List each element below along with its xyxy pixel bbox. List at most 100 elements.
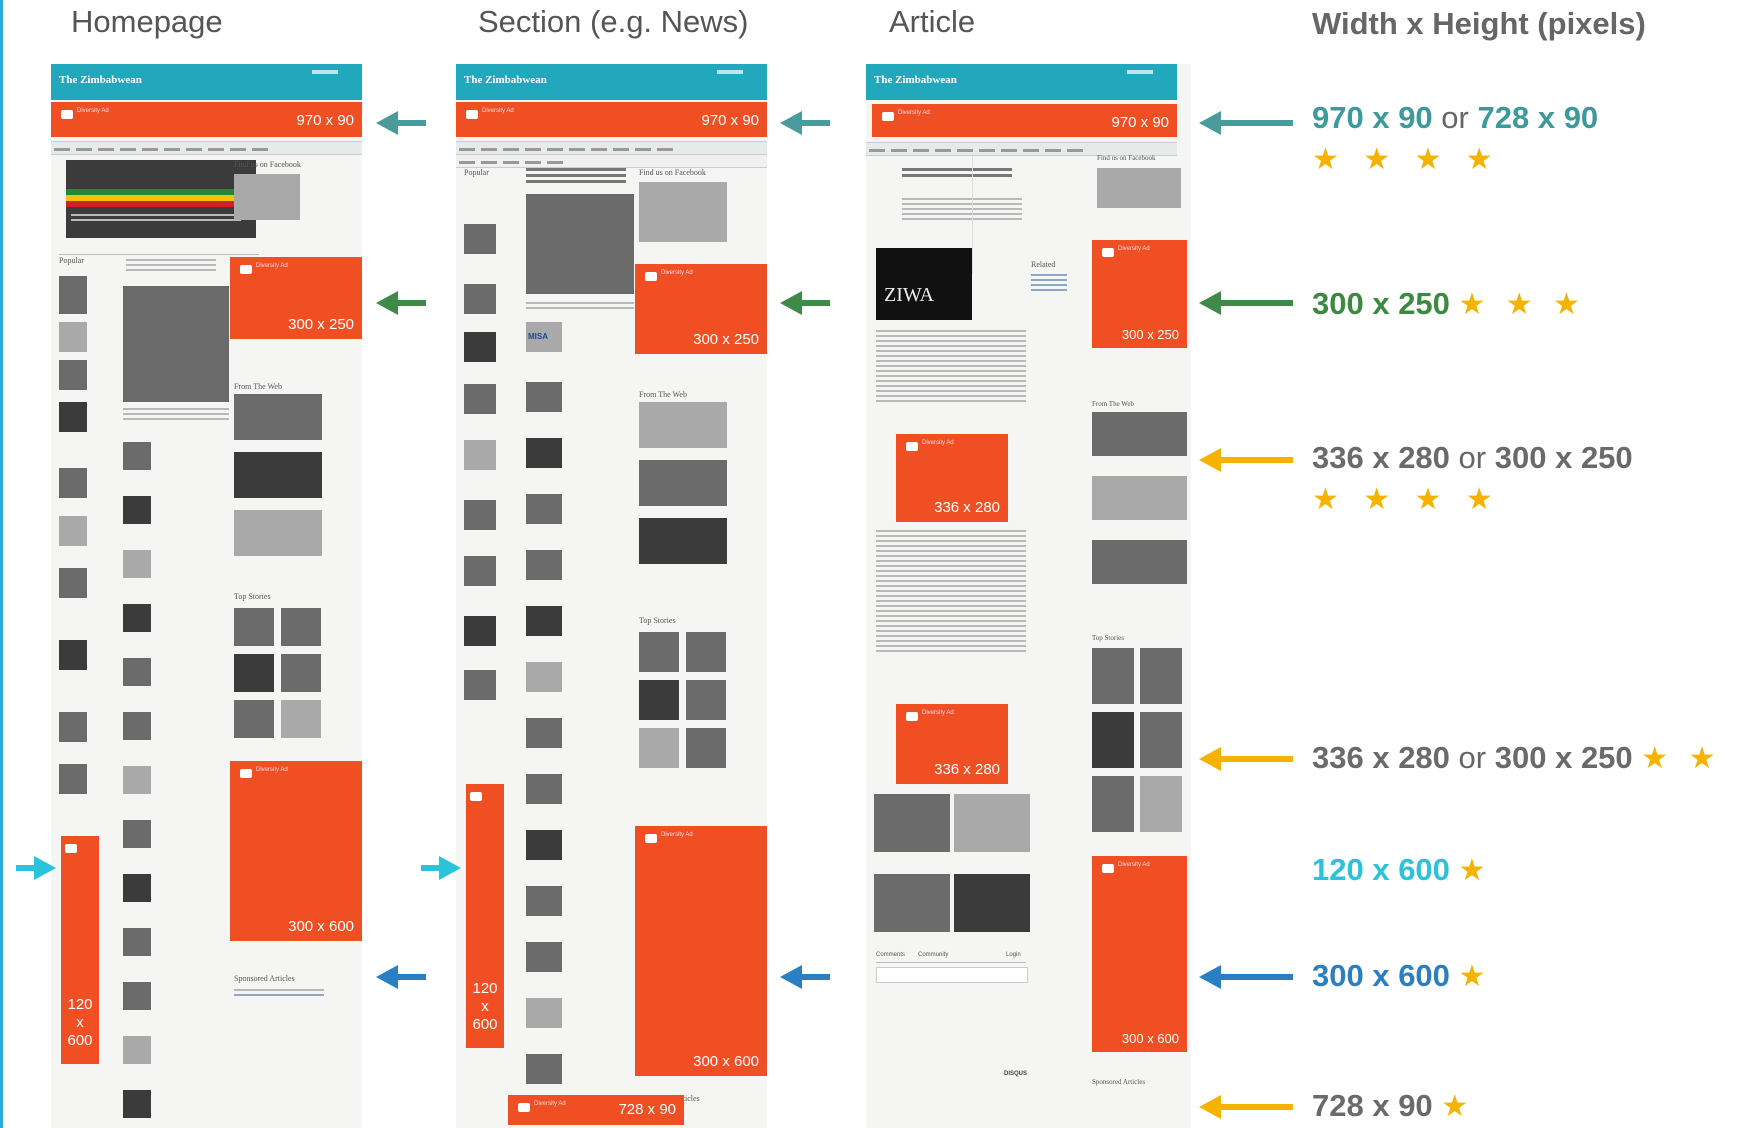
leaderboard-arrow — [780, 111, 830, 135]
size-a: 336 x 280 — [1312, 740, 1450, 775]
article-body — [876, 330, 1026, 405]
story-thumb — [526, 382, 562, 412]
leaderboard-arrow-long — [1199, 111, 1293, 135]
web-thumb — [639, 518, 727, 564]
web-thumb — [639, 460, 727, 506]
top-story-thumb — [1140, 776, 1182, 832]
ad-size-label: 970 x 90 — [701, 112, 759, 129]
skyscraper-width: 120 — [472, 980, 498, 997]
article-half-page-ad: Diversity Ad 300 x 600 — [1092, 856, 1187, 1052]
half-page-arrow-long — [1199, 965, 1293, 989]
top-story-thumb — [281, 654, 321, 692]
main-headline — [126, 259, 216, 274]
web-thumb — [639, 402, 727, 448]
size-or: or — [1441, 100, 1469, 135]
comments-tab: Comments — [876, 952, 906, 958]
ad-logo-icon — [65, 844, 77, 853]
web-thumb — [1092, 412, 1187, 456]
ad-brand: Diversity Ad — [482, 108, 514, 114]
ad-brand: Diversity Ad — [661, 832, 693, 838]
footer-leaderboard-ad: Diversity Ad 728 x 90 — [508, 1095, 684, 1125]
ad-brand: Diversity Ad — [898, 110, 930, 116]
large-rect-arrow-2 — [1199, 747, 1293, 771]
rating-stars: ★ ★ ★ ★ — [1312, 143, 1501, 176]
footer-leader-arrow — [1199, 1095, 1293, 1119]
size-a: 336 x 280 — [1312, 440, 1450, 475]
ad-logo-icon — [906, 712, 918, 721]
ad-size-label: 120 x 600 — [466, 980, 504, 1034]
size-a: 728 x 90 — [1312, 1088, 1433, 1123]
top-story-thumb — [234, 700, 274, 738]
rating-stars: ★ — [1441, 1090, 1475, 1123]
section-title: Section (e.g. News) — [478, 4, 749, 39]
top-story-thumb — [639, 680, 679, 720]
community-tab: Community — [918, 952, 949, 958]
recommended-thumb — [874, 874, 950, 932]
story-thumb — [526, 438, 562, 468]
site-header: The Zimbabwean — [866, 64, 1177, 100]
leaderboard-ad: Diversity Ad 970 x 90 — [51, 102, 362, 137]
rating-stars: ★ — [1458, 960, 1492, 993]
story-thumb — [123, 550, 151, 578]
hero-caption — [71, 214, 241, 224]
top-story-thumb — [1140, 648, 1182, 704]
ad-brand: Diversity Ad — [534, 1101, 566, 1107]
size-label-half-page: 300 x 600 ★ — [1312, 958, 1491, 994]
mpu-arrow — [780, 291, 830, 315]
top-story-thumb — [639, 632, 679, 672]
half-page-arrow — [780, 965, 830, 989]
skyscraper-x: x — [481, 998, 489, 1015]
web-thumb — [234, 394, 322, 440]
ad-logo-icon — [240, 769, 252, 778]
login-link: Login — [1006, 952, 1021, 958]
leaderboard-ad: Diversity Ad 970 x 90 — [872, 104, 1177, 137]
site-header: The Zimbabwean — [456, 64, 767, 100]
related-heading: Related — [1031, 260, 1056, 269]
ad-logo-icon — [61, 110, 73, 119]
popular-thumb — [464, 332, 496, 362]
divider — [59, 254, 259, 255]
hero-flag-stripe-red — [66, 201, 256, 207]
size-a: 300 x 250 — [1312, 286, 1450, 321]
story-thumb — [526, 830, 562, 860]
article-headline — [902, 168, 1012, 180]
ad-size-label: 336 x 280 — [934, 499, 1000, 516]
story-thumb — [526, 606, 562, 636]
story-thumb — [123, 712, 151, 740]
leaderboard-arrow — [376, 111, 426, 135]
top-stories-heading: Top Stories — [234, 592, 271, 601]
story-thumb — [526, 774, 562, 804]
mpu-arrow — [376, 291, 426, 315]
article-mpu-ad: Diversity Ad 300 x 250 — [1092, 240, 1187, 348]
half-page-ad: Diversity Ad 300 x 600 — [635, 826, 767, 1076]
popular-thumb — [59, 402, 87, 432]
large-rect-arrow — [1199, 448, 1293, 472]
story-thumb — [526, 886, 562, 916]
story-thumb — [526, 1054, 562, 1084]
ad-logo-icon — [645, 272, 657, 281]
rating-stars: ★ ★ ★ — [1458, 288, 1586, 321]
ad-logo-icon — [1102, 864, 1114, 873]
related-links — [1031, 274, 1067, 294]
skyscraper-arrow — [421, 856, 461, 880]
web-thumb — [234, 452, 322, 498]
mpu-ad: Diversity Ad 300 x 250 — [635, 264, 767, 354]
popular-thumb — [464, 440, 496, 470]
from-the-web-heading: From The Web — [234, 382, 282, 391]
popular-thumb — [464, 556, 496, 586]
web-thumb — [234, 510, 322, 556]
skyscraper-height: 600 — [472, 1016, 498, 1033]
disqus-logo: DISQUS — [1004, 1071, 1028, 1077]
recommended-thumb — [954, 874, 1030, 932]
popular-thumb — [464, 616, 496, 646]
ad-brand: Diversity Ad — [661, 270, 693, 276]
header-links — [1127, 70, 1153, 74]
ad-size-label: 300 x 600 — [693, 1053, 759, 1070]
popular-thumb — [464, 384, 496, 414]
rating-stars: ★ — [1458, 854, 1492, 887]
size-or: or — [1458, 440, 1487, 475]
size-label-skyscraper: 120 x 600 ★ — [1312, 852, 1491, 888]
header-links — [312, 70, 338, 74]
skyscraper-x: x — [76, 1014, 84, 1031]
ad-brand: Diversity Ad — [256, 263, 288, 269]
